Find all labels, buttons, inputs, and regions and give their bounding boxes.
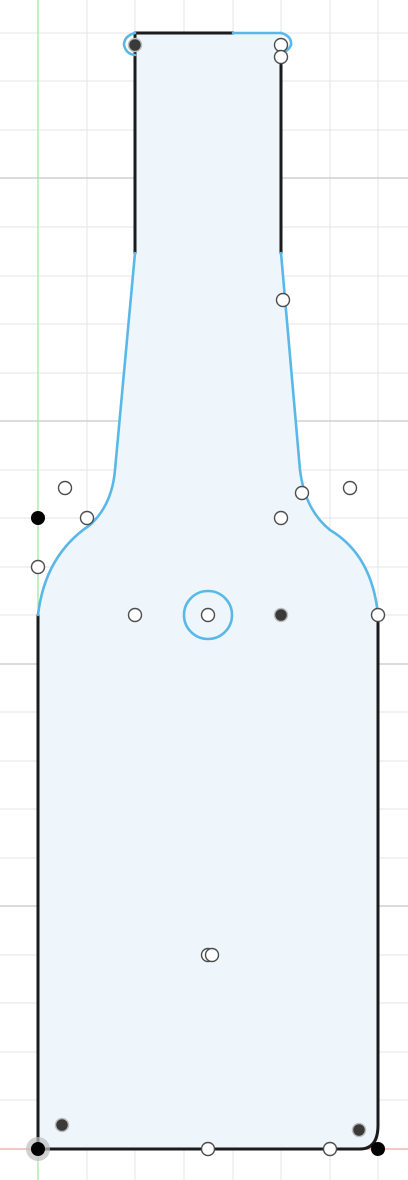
sketch-point[interactable]: [273, 49, 289, 65]
origin-point[interactable]: [31, 1142, 45, 1156]
sketch-point-fixed[interactable]: [31, 511, 45, 525]
sketch-point[interactable]: [370, 607, 386, 623]
sketch-point[interactable]: [294, 485, 310, 501]
sketch-point[interactable]: [204, 947, 220, 963]
sketch-point[interactable]: [322, 1141, 338, 1157]
sketch-svg[interactable]: [0, 0, 408, 1180]
sketch-point[interactable]: [342, 480, 358, 496]
sketch-point[interactable]: [273, 510, 289, 526]
sketch-point-fixed[interactable]: [54, 1117, 70, 1133]
sketch-point[interactable]: [200, 607, 216, 623]
sketch-point-fixed[interactable]: [273, 607, 289, 623]
sketch-point[interactable]: [273, 37, 289, 53]
sketch-point[interactable]: [79, 510, 95, 526]
sketch-point-fixed[interactable]: [371, 1142, 385, 1156]
sketch-point[interactable]: [30, 559, 46, 575]
sketch-point[interactable]: [275, 292, 291, 308]
sketch-point-fixed[interactable]: [351, 1122, 367, 1138]
sketch-point-fixed[interactable]: [127, 37, 143, 53]
sketch-point[interactable]: [57, 480, 73, 496]
sketch-canvas[interactable]: [0, 0, 408, 1180]
sketch-point[interactable]: [127, 607, 143, 623]
sketch-point[interactable]: [200, 1141, 216, 1157]
